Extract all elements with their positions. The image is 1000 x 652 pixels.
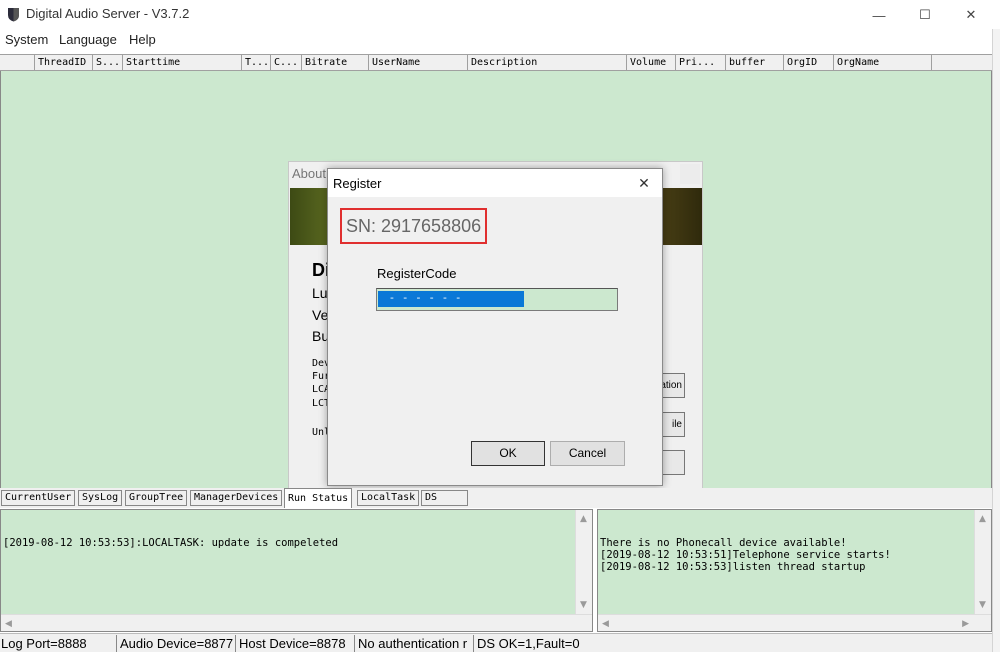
column-header-starttime[interactable]: Starttime (123, 55, 242, 71)
maximize-button[interactable]: ☐ (902, 2, 948, 28)
column-header-volume[interactable]: Volume (627, 55, 676, 71)
background-window-edge (992, 29, 1000, 652)
scroll-left-icon[interactable]: ◀ (5, 618, 12, 630)
register-titlebar: Register ✕ (328, 169, 662, 197)
register-code-input[interactable]: - - - - - - (376, 288, 618, 311)
about-line: Lu (312, 285, 328, 301)
column-header-c[interactable]: C... (271, 55, 302, 71)
app-shield-icon (8, 8, 19, 22)
serial-number: SN: 2917658806 (346, 216, 482, 236)
cancel-button[interactable]: Cancel (550, 441, 625, 466)
vertical-scrollbar[interactable]: ▲ ▼ (974, 510, 991, 614)
column-header[interactable] (932, 55, 990, 71)
about-close-button[interactable] (680, 164, 700, 184)
tab-ds[interactable]: DS (421, 490, 468, 506)
register-code-selection: - - - - - - (378, 291, 524, 307)
vertical-scrollbar[interactable]: ▲ ▼ (575, 510, 592, 614)
close-button[interactable]: ✕ (948, 2, 994, 28)
scroll-up-icon[interactable]: ▲ (979, 513, 986, 525)
tab-bar: CurrentUser SysLog GroupTree ManagerDevi… (0, 488, 992, 508)
register-dialog: Register ✕ SN: 2917658806 RegisterCode -… (327, 168, 663, 486)
minimize-button[interactable]: — (856, 2, 902, 28)
run-status-log-text: [2019-08-12 10:53:53]:LOCALTASK: update … (3, 537, 339, 549)
title-bar: Digital Audio Server - V3.7.2 — ☐ ✕ (0, 0, 1000, 29)
tab-currentuser[interactable]: CurrentUser (1, 490, 76, 506)
column-header-description[interactable]: Description (468, 55, 627, 71)
about-line: Ve (312, 307, 329, 323)
tab-syslog[interactable]: SysLog (78, 490, 123, 506)
column-header-threadid[interactable]: ThreadID (35, 55, 93, 71)
column-header-orgid[interactable]: OrgID (784, 55, 834, 71)
scroll-up-icon[interactable]: ▲ (580, 513, 587, 525)
serial-number-highlight: SN: 2917658806 (340, 208, 487, 244)
scroll-left-icon[interactable]: ◀ (602, 618, 609, 630)
scroll-down-icon[interactable]: ▼ (580, 599, 587, 611)
column-header-bitrate[interactable]: Bitrate (302, 55, 369, 71)
system-message-log[interactable]: There is no Phonecall device available! … (597, 509, 992, 632)
about-title: About (292, 166, 326, 181)
column-header-s[interactable]: S... (93, 55, 123, 71)
column-header-t[interactable]: T... (242, 55, 271, 71)
horizontal-scrollbar[interactable]: ◀ (1, 614, 592, 631)
tab-managerdevices[interactable]: ManagerDevices (190, 490, 283, 506)
tab-localtask[interactable]: LocalTask (357, 490, 420, 506)
column-header[interactable] (4, 55, 35, 71)
status-audio-device: Audio Device=8877 (119, 635, 236, 652)
status-ds: DS OK=1,Fault=0 (477, 636, 580, 651)
register-close-button[interactable]: ✕ (633, 172, 655, 194)
menu-system[interactable]: System (5, 32, 48, 47)
status-host-device: Host Device=8878 (238, 635, 355, 652)
column-header-buffer[interactable]: buffer (726, 55, 784, 71)
column-header-orgname[interactable]: OrgName (834, 55, 932, 71)
scroll-right-icon[interactable]: ▶ (962, 618, 969, 630)
system-message-log-text: There is no Phonecall device available! … (600, 537, 891, 573)
menu-language[interactable]: Language (59, 32, 117, 47)
run-status-log[interactable]: [2019-08-12 10:53:53]:LOCALTASK: update … (0, 509, 593, 632)
column-header-priority[interactable]: Pri... (676, 55, 726, 71)
menu-help[interactable]: Help (129, 32, 156, 47)
column-header-username[interactable]: UserName (369, 55, 468, 71)
register-code-label: RegisterCode (377, 266, 457, 281)
tab-grouptree[interactable]: GroupTree (125, 490, 188, 506)
status-log-port: Log Port=8888 (0, 635, 117, 652)
status-authentication: No authentication r (357, 635, 474, 652)
horizontal-scrollbar[interactable]: ◀ ▶ (598, 614, 991, 631)
ok-button[interactable]: OK (471, 441, 545, 466)
status-bar: Log Port=8888 Audio Device=8877 Host Dev… (0, 633, 992, 652)
register-title: Register (333, 176, 382, 191)
tab-run-status[interactable]: Run Status (284, 488, 353, 508)
menu-bar: System Language Help (0, 29, 992, 51)
list-header: ThreadID S... Starttime T... C... Bitrat… (0, 54, 992, 71)
window-title: Digital Audio Server - V3.7.2 (26, 6, 190, 21)
scroll-down-icon[interactable]: ▼ (979, 599, 986, 611)
